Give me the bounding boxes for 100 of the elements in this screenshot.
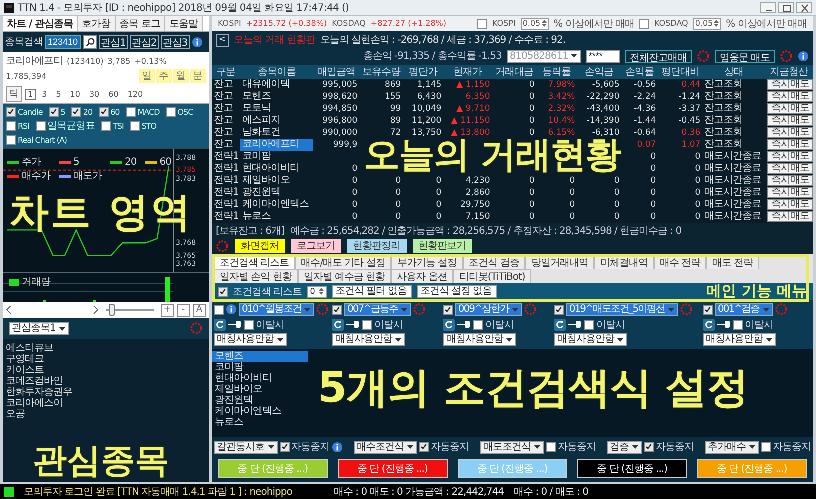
toggle-icon[interactable] <box>568 320 582 329</box>
period-button[interactable]: 일 <box>139 69 155 83</box>
ring-icon[interactable] <box>680 303 694 316</box>
table-cell[interactable]: 모헨즈 <box>240 91 314 103</box>
period-button[interactable]: 주 <box>156 69 172 83</box>
checkbox[interactable] <box>98 107 109 117</box>
info-icon[interactable] <box>332 442 342 452</box>
sell-now-button[interactable]: 즉시매도 <box>767 163 814 174</box>
table-cell[interactable]: 에스피지 <box>240 115 314 127</box>
stock-list-item[interactable]: 뉴로스 <box>212 417 308 428</box>
checkbox[interactable] <box>36 121 46 131</box>
table-cell[interactable]: 대유에이텍 <box>240 79 314 91</box>
checkbox[interactable] <box>6 135 16 145</box>
checkbox[interactable] <box>639 18 650 28</box>
sell-now-button[interactable]: 즉시매도 <box>767 187 814 198</box>
checkbox[interactable] <box>733 320 744 330</box>
checkbox[interactable] <box>703 304 714 314</box>
table-cell[interactable]: 남화토건 <box>240 127 314 139</box>
tool-button[interactable]: 로그보기 <box>291 239 341 253</box>
checkbox[interactable] <box>473 320 484 330</box>
checkbox[interactable] <box>332 304 342 314</box>
dropdown[interactable]: 007^급등주 <box>344 303 411 316</box>
table-cell[interactable]: 광진윈텍 <box>240 187 314 199</box>
dropdown[interactable]: 조건식 필터 없음 <box>332 285 412 298</box>
tick-button[interactable]: 틱 <box>6 86 22 102</box>
checkbox[interactable] <box>761 442 771 452</box>
dropdown[interactable]: 매칭사용안함 <box>554 333 628 346</box>
checkbox[interactable] <box>214 304 224 314</box>
interval-button[interactable]: 30 <box>86 88 103 100</box>
dropdown[interactable]: 009^상한가 <box>455 303 522 316</box>
checkbox[interactable] <box>126 107 136 117</box>
table-cell[interactable]: 코리아에프티 <box>240 139 314 151</box>
watchlist-item[interactable]: 에스티큐브 <box>6 343 54 354</box>
tool-button[interactable]: 현황판보기 <box>412 239 472 253</box>
slider-thumb[interactable] <box>108 304 115 316</box>
checkbox[interactable] <box>477 18 488 28</box>
dropdown[interactable]: 갈관동시호 <box>214 440 278 454</box>
stock-list-item[interactable]: 제일바이오 <box>212 384 308 395</box>
checkbox[interactable] <box>6 107 16 117</box>
interval-button[interactable]: 1 <box>25 88 36 100</box>
zoom-slider[interactable] <box>106 304 154 316</box>
ring-icon[interactable] <box>412 303 426 316</box>
dropdown[interactable]: 추가매수 <box>705 440 759 454</box>
table-cell[interactable]: 케이마이엔텍스 <box>240 199 314 211</box>
tab[interactable]: 사용자 옵션 <box>391 269 454 283</box>
interval-button[interactable]: 3 <box>39 88 50 100</box>
interval-button[interactable]: 5 <box>53 88 64 100</box>
tool-button[interactable]: 화면캡처 <box>235 239 285 253</box>
refresh-icon[interactable] <box>443 318 456 330</box>
table-cell[interactable]: 제일바이오 <box>240 175 314 187</box>
period-button[interactable]: 월 <box>173 69 189 83</box>
info-icon[interactable] <box>798 50 809 62</box>
toggle-icon[interactable] <box>228 320 242 329</box>
dropdown[interactable]: 매칭사용안함 <box>332 333 406 346</box>
dropdown[interactable]: 매수조건식 <box>354 440 418 454</box>
watch-group-button[interactable]: 관심2 <box>130 35 159 49</box>
table-cell[interactable]: 모토닉 <box>240 103 314 115</box>
search-button[interactable] <box>83 35 97 49</box>
tab[interactable]: 일자별 예수금 현황 <box>298 269 392 283</box>
checkbox[interactable] <box>362 320 372 330</box>
watchlist-item[interactable]: 한화투자증권우 <box>6 387 72 398</box>
checkbox[interactable] <box>101 121 111 131</box>
stock-list-item[interactable]: 케이마이엔텍스 <box>212 406 308 417</box>
stock-list-item[interactable]: 광진윈텍 <box>212 395 308 406</box>
checkbox[interactable] <box>644 442 654 452</box>
watch-group-button[interactable]: 관심3 <box>160 35 190 49</box>
interval-button[interactable]: 10 <box>67 88 84 100</box>
password-field[interactable]: **** <box>586 50 620 62</box>
ring-icon[interactable] <box>774 303 788 316</box>
sell-now-button[interactable]: 즉시매도 <box>767 91 814 102</box>
sell-now-button[interactable]: 즉시매도 <box>767 127 814 138</box>
sell-all-button[interactable]: 전체잔고매매 <box>624 50 692 62</box>
zoom-button[interactable]: + <box>161 304 174 316</box>
ring-icon[interactable] <box>190 322 203 335</box>
dropdown[interactable]: 조건식 설정 없음 <box>417 285 498 298</box>
toggle-icon[interactable] <box>346 320 360 329</box>
refresh-icon[interactable] <box>332 318 344 330</box>
dropdown[interactable]: 001^검증 <box>715 303 773 316</box>
sell-now-button[interactable]: 즉시매도 <box>767 175 814 186</box>
stock-code-field[interactable]: 123410 <box>45 35 81 49</box>
maximize-icon[interactable] <box>778 2 794 13</box>
ring-icon[interactable] <box>696 50 710 62</box>
dropdown[interactable]: 관심종목1 <box>9 322 69 335</box>
watchlist-item[interactable]: 오공 <box>6 409 25 420</box>
toggle-icon[interactable] <box>457 320 472 329</box>
tab[interactable]: 종목 로그 <box>116 16 166 31</box>
number-spinner[interactable]: 0 <box>307 286 328 298</box>
checkbox[interactable] <box>584 320 594 330</box>
checkbox[interactable] <box>48 107 59 117</box>
checkbox[interactable] <box>419 442 430 452</box>
close-icon[interactable] <box>796 2 812 13</box>
dropdown[interactable]: 매칭사용안함 <box>214 333 287 346</box>
table-cell[interactable]: 현대아이비티 <box>240 163 314 175</box>
ring-icon[interactable] <box>524 303 537 316</box>
tool-button[interactable]: 현황판정리 <box>347 239 406 253</box>
tab[interactable]: 일자별 손익 현황 <box>214 269 298 283</box>
toggle-icon[interactable] <box>717 320 732 329</box>
sell-now-button[interactable]: 즉시매도 <box>767 115 814 126</box>
stock-list-item[interactable]: 코미팜 <box>212 362 308 373</box>
tab[interactable]: 호가창 <box>78 16 116 31</box>
